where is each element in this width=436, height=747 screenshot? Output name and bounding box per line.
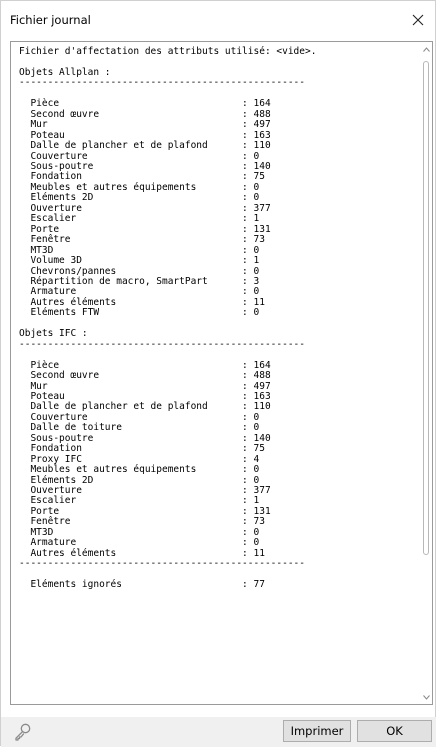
log-line: Fenêtre : 73 (19, 234, 265, 246)
log-line: Répartition de macro, SmartPart : 3 (19, 275, 260, 287)
log-line: Objets Allplan : (19, 66, 111, 78)
log-line: Ouverture : 377 (19, 202, 271, 214)
log-line: MT3D : 0 (19, 526, 260, 538)
print-button[interactable]: Imprimer (283, 720, 351, 742)
log-line: Sous-poutre : 140 (19, 160, 271, 172)
log-line: Proxy IFC : 4 (19, 453, 260, 465)
log-line: Pièce : 164 (19, 359, 271, 371)
log-line: Mur : 497 (19, 119, 271, 131)
chevron-up-icon (422, 46, 430, 52)
log-line: Poteau : 163 (19, 390, 271, 402)
log-line: Pièce : 164 (19, 98, 271, 110)
log-line: Eléments 2D : 0 (19, 474, 260, 486)
window-title: Fichier journal (10, 13, 91, 27)
log-line: Poteau : 163 (19, 129, 271, 141)
log-line: ----------------------------------------… (19, 338, 305, 350)
log-line: Objets IFC : (19, 328, 88, 340)
scroll-up-button[interactable] (422, 44, 430, 54)
log-line: Couverture : 0 (19, 150, 260, 162)
log-line: Dalle de plancher et de plafond : 110 (19, 140, 271, 152)
log-line: Escalier : 1 (19, 495, 260, 507)
chevron-down-icon (422, 694, 430, 700)
log-line: Armature : 0 (19, 286, 260, 298)
scroll-down-button[interactable] (422, 692, 430, 702)
log-line: Eléments 2D : 0 (19, 192, 260, 204)
log-line: Escalier : 1 (19, 213, 260, 225)
log-textarea[interactable]: Fichier d'affectation des attributs util… (10, 41, 433, 705)
log-line: Autres éléments : 11 (19, 547, 265, 559)
log-line: Chevrons/pannes : 0 (19, 265, 260, 277)
log-line: Dalle de plancher et de plafond : 110 (19, 401, 271, 413)
log-dialog: Fichier journal Fichier d'affectation de… (0, 0, 436, 747)
log-line: Eléments FTW : 0 (19, 307, 260, 319)
log-line: Autres éléments : 11 (19, 296, 265, 308)
log-line: Dalle de toiture : 0 (19, 422, 260, 434)
log-line: Sous-poutre : 140 (19, 432, 271, 444)
log-line: ----------------------------------------… (19, 558, 305, 570)
log-line: Ouverture : 377 (19, 485, 271, 497)
log-line: Fondation : 75 (19, 443, 265, 455)
log-line: Armature : 0 (19, 537, 260, 549)
log-line: Fenêtre : 73 (19, 516, 265, 528)
title-bar: Fichier journal (1, 1, 436, 39)
log-line: Mur : 497 (19, 380, 271, 392)
close-button[interactable] (407, 9, 429, 31)
log-content: Fichier d'affectation des attributs util… (19, 46, 317, 591)
log-line: Porte : 131 (19, 505, 271, 517)
ok-button[interactable]: OK (357, 720, 432, 742)
log-line: Volume 3D : 1 (19, 255, 260, 267)
key-icon (15, 723, 31, 741)
scroll-thumb[interactable] (423, 61, 429, 555)
log-line: Meubles et autres équipements : 0 (19, 181, 260, 193)
log-line: ----------------------------------------… (19, 77, 305, 89)
log-line: Porte : 131 (19, 223, 271, 235)
log-line: Couverture : 0 (19, 411, 260, 423)
help-button[interactable] (13, 722, 33, 742)
dialog-footer: Imprimer OK (1, 717, 436, 747)
log-line: Meubles et autres équipements : 0 (19, 464, 260, 476)
log-line: Fichier d'affectation des attributs util… (19, 46, 317, 57)
log-line: Fondation : 75 (19, 171, 265, 183)
log-line: MT3D : 0 (19, 244, 260, 256)
vertical-scrollbar[interactable] (420, 42, 432, 704)
log-line: Second œuvre : 488 (19, 108, 271, 120)
log-line: Second œuvre : 488 (19, 370, 271, 382)
log-line: Eléments ignorés : 77 (19, 579, 265, 591)
close-icon (412, 14, 424, 26)
